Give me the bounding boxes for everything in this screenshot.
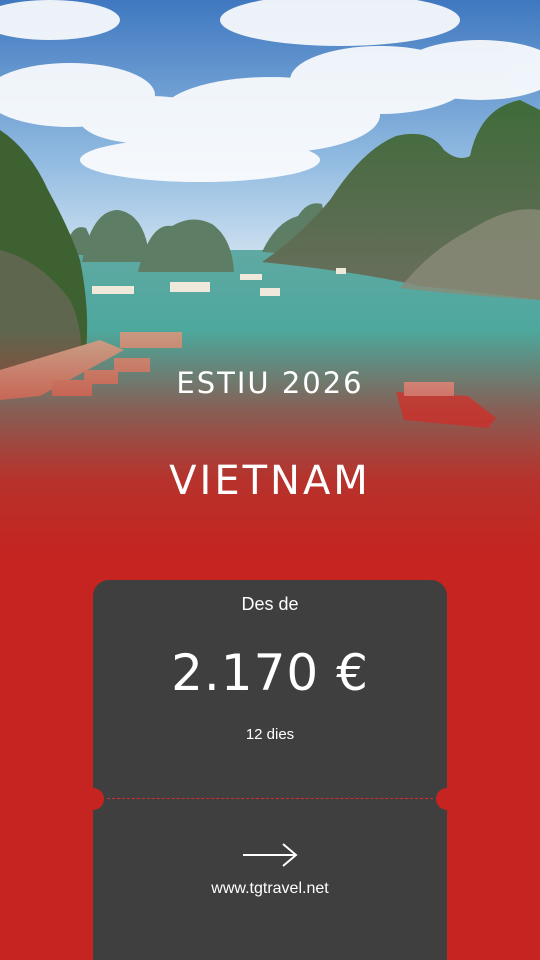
- price-value: 2.170 €: [171, 644, 369, 702]
- ticket-notch-right: [436, 788, 458, 810]
- website-link[interactable]: www.tgtravel.net: [93, 880, 447, 898]
- price-ticket-card[interactable]: Des de 2.170 € 12 dies www.tgtravel.net: [82, 580, 458, 960]
- ticket-notch-left: [82, 788, 104, 810]
- destination-title: VIETNAM: [169, 458, 371, 504]
- red-gradient-overlay: [0, 0, 540, 620]
- trip-duration: 12 dies: [245, 726, 295, 743]
- ticket-perforation: [107, 798, 433, 799]
- arrow-right-icon[interactable]: [241, 842, 299, 868]
- from-label: Des de: [241, 594, 299, 614]
- season-heading: ESTIU 2026: [176, 366, 364, 400]
